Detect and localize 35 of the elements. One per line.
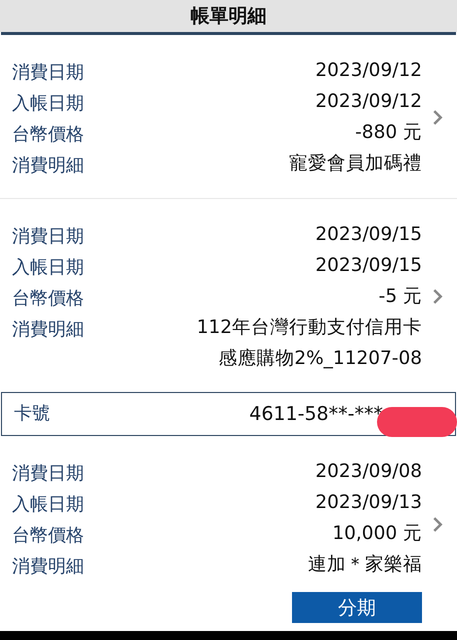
chevron-right-icon (432, 516, 443, 533)
field-label: 入帳日期 (12, 493, 84, 517)
field-value: 2023/09/08 (315, 460, 422, 484)
field-value: 112年台灣行動支付信用卡 (196, 316, 422, 340)
card-label: 卡號 (14, 402, 50, 426)
field-label: 台幣價格 (12, 524, 84, 548)
installment-button[interactable]: 分期 (292, 592, 422, 623)
field-value: 2023/09/12 (315, 58, 422, 83)
field-label: 消費日期 (12, 224, 84, 249)
field-value: 2023/09/15 (315, 254, 422, 278)
transaction-row[interactable]: 消費日期 入帳日期 台幣價格 消費明細 2023/09/15 2023/09/15 -5 元 112年台灣行動支付信用卡 感應購物2%_11207-08 (0, 198, 457, 392)
card-number: 4611-58**-*** (249, 402, 383, 425)
field-label: 消費明細 (12, 154, 84, 178)
field-label: 消費日期 (12, 462, 84, 486)
field-value: 2023/09/13 (315, 491, 422, 515)
field-value: 連加＊家樂福 (308, 553, 422, 577)
field-value: -5 元 (378, 284, 422, 309)
field-value: 寵愛會員加碼禮 (289, 152, 422, 176)
field-label: 台幣價格 (12, 122, 84, 147)
transaction-row[interactable]: 消費日期 入帳日期 台幣價格 消費明細 2023/09/12 2023/09/12 -880 元 寵愛會員加碼禮 (0, 34, 457, 198)
field-label: 消費日期 (12, 60, 84, 85)
page-title: 帳單明細 (190, 4, 266, 29)
transaction-row[interactable]: 消費日期 入帳日期 台幣價格 消費明細 2023/09/08 2023/09/13 10,000 元 連加＊家樂福 分期 (0, 436, 457, 631)
field-value: 2023/09/12 (315, 90, 422, 114)
field-label: 入帳日期 (12, 92, 84, 116)
field-label: 消費明細 (12, 555, 84, 579)
field-value: -880 元 (355, 120, 422, 145)
field-value: 感應購物2%_11207-08 (218, 346, 422, 371)
chevron-right-icon (432, 288, 443, 305)
field-label: 入帳日期 (12, 256, 84, 280)
field-value: 10,000 元 (332, 522, 422, 546)
chevron-right-icon (432, 108, 443, 126)
field-label: 台幣價格 (12, 286, 84, 311)
field-value: 2023/09/15 (315, 222, 422, 247)
field-label: 消費明細 (12, 318, 84, 342)
